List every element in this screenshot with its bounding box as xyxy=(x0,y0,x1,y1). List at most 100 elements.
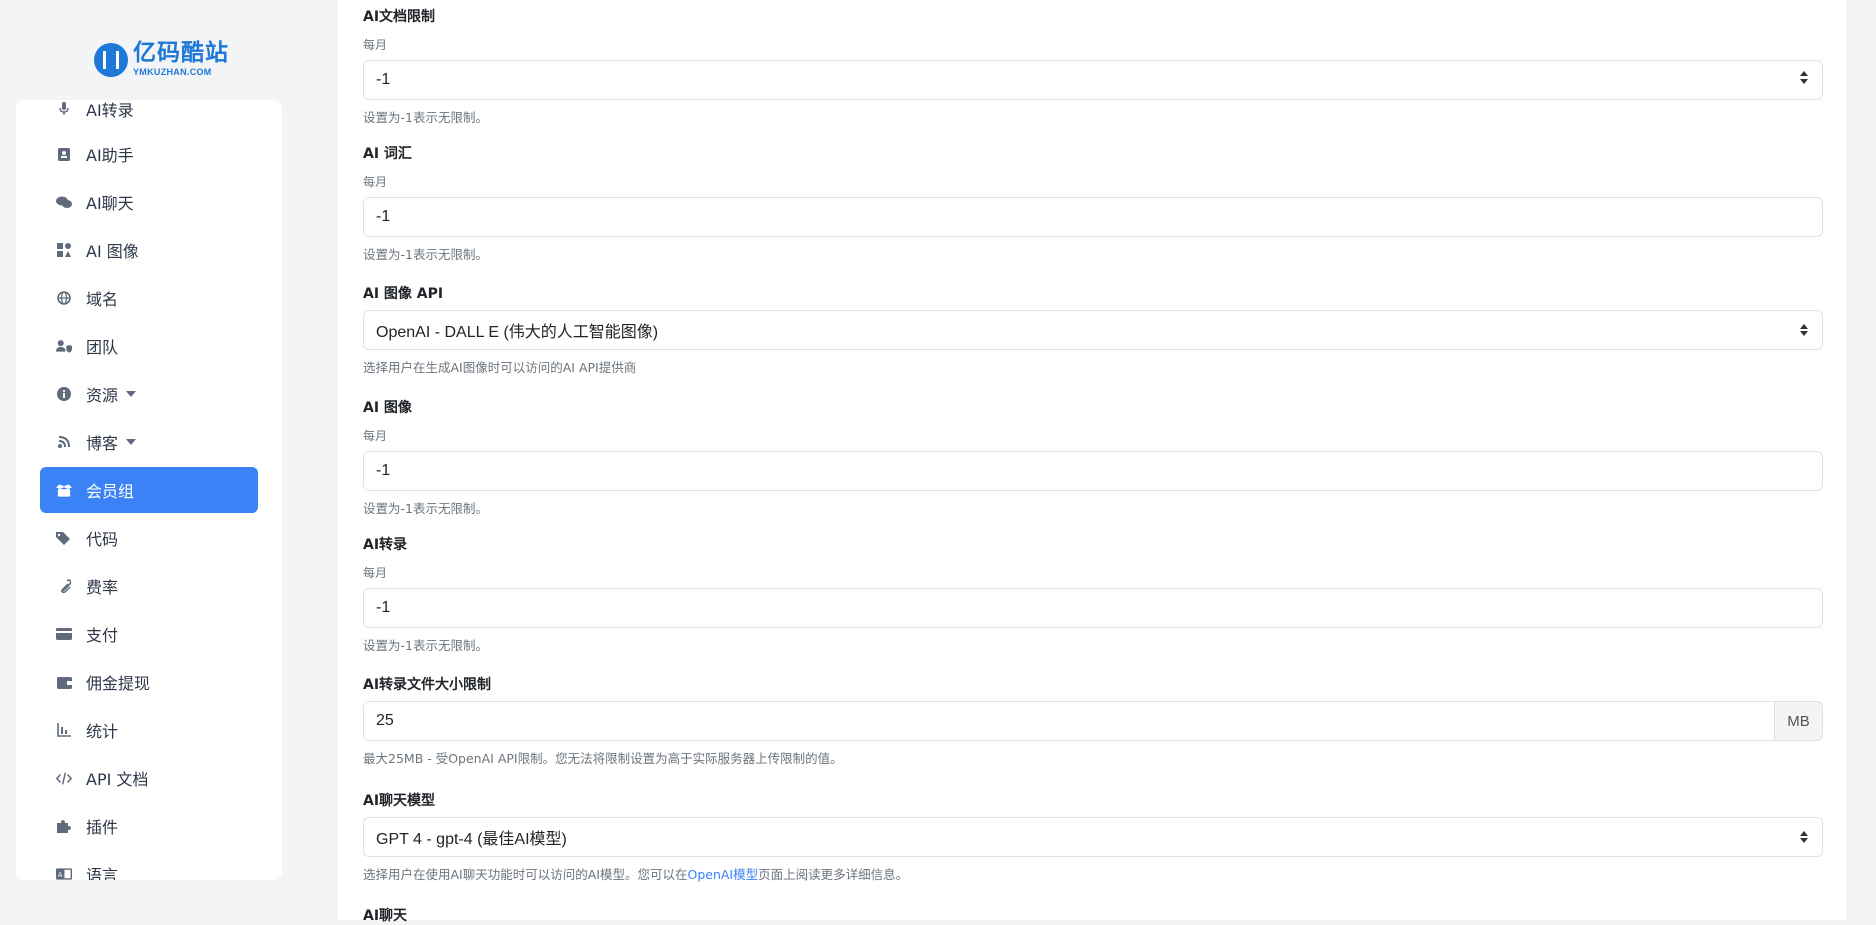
input-value: -1 xyxy=(376,71,391,88)
paperclip-icon xyxy=(56,578,72,594)
images-limit-group: AI 图像 每月 -1 设置为-1表示无限制。 xyxy=(363,397,1823,517)
chevron-down-icon xyxy=(126,439,137,445)
images-limit-input[interactable]: -1 xyxy=(363,451,1823,491)
sidebar-item-label: 代码 xyxy=(86,530,119,549)
sidebar-item-label: 费率 xyxy=(86,578,119,597)
sidebar-item-label: 支付 xyxy=(86,626,119,645)
sidebar-item-codes[interactable]: 代码 xyxy=(40,515,258,561)
info-circle-icon xyxy=(56,387,72,401)
sidebar-item-label: 资源 xyxy=(86,386,119,405)
words-limit-input[interactable]: -1 xyxy=(363,197,1823,237)
sidebar-item-label: 博客 xyxy=(86,434,119,453)
transcription-size-input[interactable]: 25 xyxy=(363,701,1775,741)
sidebar-item-domains[interactable]: 域名 xyxy=(40,275,258,321)
id-badge-icon xyxy=(56,147,72,161)
user-shield-icon xyxy=(56,339,72,353)
sidebar-item-label: AI助手 xyxy=(86,146,134,165)
sidebar-item-label: 域名 xyxy=(86,290,119,309)
sidebar-item-ai-transcription[interactable]: AI转录 xyxy=(40,100,258,132)
logo-mark-icon xyxy=(94,42,128,77)
sidebar-item-taxes[interactable]: 费率 xyxy=(40,563,258,609)
chats-limit-group: AI聊天 xyxy=(363,905,1823,925)
transcription-size-group: AI转录文件大小限制 25 MB 最大25MB - 受OpenAI API限制。… xyxy=(363,674,1823,767)
sidebar-item-teams[interactable]: 团队 xyxy=(40,323,258,369)
sidebar-item-label: AI聊天 xyxy=(86,194,134,213)
number-spinner-icon[interactable] xyxy=(1800,71,1808,84)
sidebar-item-payments[interactable]: 支付 xyxy=(40,611,258,657)
unit-addon: MB xyxy=(1775,701,1823,741)
field-help: 设置为-1表示无限制。 xyxy=(363,638,488,653)
field-sublabel: 每月 xyxy=(363,566,388,580)
brand-logo[interactable]: 亿码酷站 YMKUZHAN.COM xyxy=(94,42,229,77)
chart-bar-icon xyxy=(56,723,72,737)
field-label: AI 词汇 xyxy=(363,146,412,162)
select-value: OpenAI - DALL E (伟大的人工智能图像) xyxy=(376,324,659,341)
select-arrows-icon xyxy=(1800,324,1808,336)
transcription-size-input-group: 25 MB xyxy=(363,701,1823,741)
words-limit-group: AI 词汇 每月 -1 设置为-1表示无限制。 xyxy=(363,143,1823,263)
sidebar-item-label: 语言 xyxy=(86,866,119,880)
field-label: AI聊天模型 xyxy=(363,793,436,809)
sidebar-item-label: 插件 xyxy=(86,818,119,837)
field-label: AI转录文件大小限制 xyxy=(363,677,492,693)
help-text: 页面上阅读更多详细信息。 xyxy=(758,867,909,882)
openai-models-link[interactable]: OpenAI模型 xyxy=(687,867,758,882)
image-api-group: AI 图像 API OpenAI - DALL E (伟大的人工智能图像) 选择… xyxy=(363,283,1823,376)
logo-text: 亿码酷站 xyxy=(133,40,229,66)
sidebar-item-ai-chat[interactable]: AI聊天 xyxy=(40,179,258,225)
transcriptions-limit-input[interactable]: -1 xyxy=(363,588,1823,628)
tags-icon xyxy=(56,531,72,545)
sidebar-item-label: AI转录 xyxy=(86,101,134,120)
sidebar-item-label: 统计 xyxy=(86,722,119,741)
image-api-select[interactable]: OpenAI - DALL E (伟大的人工智能图像) xyxy=(363,310,1823,350)
sidebar-item-blog[interactable]: 博客 xyxy=(40,419,258,465)
field-label: AI 图像 API xyxy=(363,286,444,302)
svg-text:A: A xyxy=(58,871,63,879)
sidebar-item-label: 团队 xyxy=(86,338,119,357)
sidebar-item-api-docs[interactable]: API 文档 xyxy=(40,755,258,801)
chevron-down-icon xyxy=(126,391,137,397)
field-sublabel: 每月 xyxy=(363,429,388,443)
sidebar-item-affiliate-withdrawals[interactable]: 佣金提现 xyxy=(40,659,258,705)
sidebar-item-languages[interactable]: A 语言 xyxy=(40,851,258,880)
field-help: 选择用户在使用AI聊天功能时可以访问的AI模型。您可以在OpenAI模型页面上阅… xyxy=(363,864,1823,883)
wallet-icon xyxy=(56,676,72,689)
puzzle-icon xyxy=(56,819,72,833)
select-arrows-icon xyxy=(1800,831,1808,843)
sidebar-item-plugins[interactable]: 插件 xyxy=(40,803,258,849)
field-help: 设置为-1表示无限制。 xyxy=(363,110,488,125)
sidebar-item-plans[interactable]: 会员组 xyxy=(40,467,258,513)
sidebar-item-statistics[interactable]: 统计 xyxy=(40,707,258,753)
input-value: 25 xyxy=(376,712,394,729)
sidebar-item-resources[interactable]: 资源 xyxy=(40,371,258,417)
documents-limit-input[interactable]: -1 xyxy=(363,60,1823,100)
input-value: -1 xyxy=(376,599,391,616)
sidebar-item-label: 佣金提现 xyxy=(86,674,151,693)
credit-card-icon xyxy=(56,628,72,640)
field-label: AI 图像 xyxy=(363,400,412,416)
field-sublabel: 每月 xyxy=(363,38,388,52)
chat-model-select[interactable]: GPT 4 - gpt-4 (最佳AI模型) xyxy=(363,817,1823,857)
blog-icon xyxy=(56,435,72,449)
globe-icon xyxy=(56,291,72,305)
language-icon: A xyxy=(56,868,72,880)
box-open-icon xyxy=(56,483,72,497)
sidebar: AI转录 AI助手 AI聊天 AI 图像 域名 团队 资源 博客 会员组 代码 … xyxy=(16,100,282,880)
code-icon xyxy=(56,772,72,785)
field-help: 选择用户在生成AI图像时可以访问的AI API提供商 xyxy=(363,360,637,375)
sidebar-item-label: AI 图像 xyxy=(86,242,139,261)
select-value: GPT 4 - gpt-4 (最佳AI模型) xyxy=(376,831,567,848)
logo-domain: YMKUZHAN.COM xyxy=(133,67,212,77)
field-label: AI文档限制 xyxy=(363,9,436,25)
field-label: AI转录 xyxy=(363,537,408,553)
field-label: AI聊天 xyxy=(363,908,408,924)
field-help: 最大25MB - 受OpenAI API限制。您无法将限制设置为高于实际服务器上… xyxy=(363,751,843,766)
sidebar-item-ai-image[interactable]: AI 图像 xyxy=(40,227,258,273)
field-help: 设置为-1表示无限制。 xyxy=(363,247,488,262)
sidebar-item-ai-assistant[interactable]: AI助手 xyxy=(40,131,258,177)
field-sublabel: 每月 xyxy=(363,175,388,189)
chat-model-group: AI聊天模型 GPT 4 - gpt-4 (最佳AI模型) 选择用户在使用AI聊… xyxy=(363,790,1823,883)
transcriptions-limit-group: AI转录 每月 -1 设置为-1表示无限制。 xyxy=(363,534,1823,654)
comments-icon xyxy=(56,196,72,209)
microphone-icon xyxy=(56,102,72,116)
